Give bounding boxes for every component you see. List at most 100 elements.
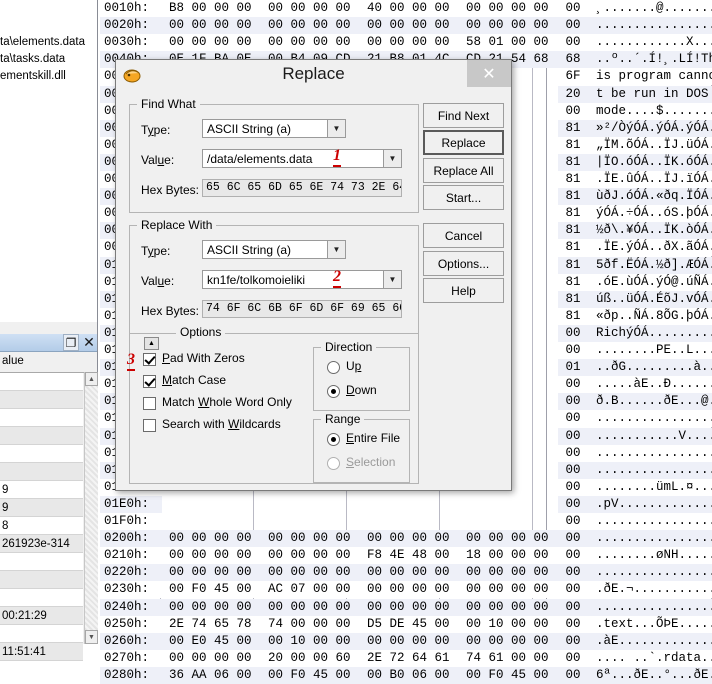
hex-byte-last[interactable]: 00 <box>558 649 588 667</box>
hex-byte-group[interactable]: F8 4E 48 00 <box>360 547 459 565</box>
hex-byte-group[interactable]: 00 00 00 00 <box>360 17 459 35</box>
ascii-text[interactable]: „ÏM.õÓÁ..ÏJ.üÓÁ. <box>588 136 712 154</box>
ascii-text[interactable]: ........PE..L... <box>588 342 712 359</box>
hex-byte-last[interactable]: 81 <box>558 307 588 325</box>
inspector-row[interactable] <box>0 391 83 409</box>
hex-byte-last[interactable]: 00 <box>558 615 588 633</box>
ascii-text[interactable]: .ÏE.ûÓÁ..ÏJ.ïÓÁ. <box>588 171 712 188</box>
hex-byte-last[interactable]: 00 <box>558 495 588 513</box>
file-list-panel[interactable]: ta\elements.data ta\tasks.data ementskill.… <box>0 0 97 322</box>
hex-byte-last[interactable]: 00 <box>558 342 588 359</box>
hex-byte-last[interactable]: 81 <box>558 205 588 223</box>
hex-byte-last[interactable]: 00 <box>558 17 588 35</box>
ascii-text[interactable]: ................ <box>588 598 712 616</box>
inspector-row[interactable] <box>0 571 83 589</box>
hex-row[interactable]: 0240h: 00 00 00 00 00 00 00 00 00 00 00 00 0… <box>100 598 712 616</box>
inspector-row[interactable]: 8 <box>0 517 83 535</box>
hex-byte-last[interactable]: 81 <box>558 119 588 137</box>
hex-byte-group[interactable]: 36 AA 06 00 <box>162 666 261 684</box>
hex-byte-group[interactable]: 00 00 00 00 <box>261 530 360 548</box>
hex-byte-group[interactable]: 00 00 00 00 <box>261 547 360 565</box>
ascii-text[interactable]: ........ümL.¤... <box>588 478 712 496</box>
hex-byte-last[interactable]: 00 <box>558 478 588 496</box>
ascii-text[interactable]: 5ðf.ËÓÁ.½ð].ÆÓÁ. <box>588 256 712 274</box>
scroll-up-icon[interactable]: ▲ <box>85 372 98 386</box>
ascii-text[interactable]: ................ <box>588 564 712 582</box>
hex-byte-group[interactable]: 00 00 00 00 <box>360 598 459 616</box>
find-type-combo[interactable]: ASCII String (a) ▼ <box>202 119 346 138</box>
ascii-text[interactable]: .ðE.¬........... <box>588 581 712 599</box>
hex-byte-group[interactable]: 00 00 00 00 <box>360 581 459 599</box>
ascii-text[interactable]: 6ª...ðE..°...ðE. <box>588 666 712 684</box>
hex-byte-group[interactable]: 00 F0 45 00 <box>459 666 558 684</box>
checkbox-pad-with-zeros[interactable] <box>143 353 156 366</box>
hex-byte-group[interactable]: 00 00 00 00 <box>459 530 558 548</box>
inspector-scrollbar[interactable]: ▲ ▼ <box>84 372 98 644</box>
hex-row[interactable]: 0280h: 36 AA 06 00 00 F0 45 00 00 B0 06 00 0… <box>100 666 712 684</box>
radio-down[interactable] <box>327 385 340 398</box>
file-path-item[interactable]: ementskill.dll <box>0 70 66 82</box>
replace-all-button[interactable]: Replace All <box>423 158 504 183</box>
hex-byte-group[interactable]: 74 61 00 00 <box>459 649 558 667</box>
inspector-row[interactable] <box>0 427 83 445</box>
ascii-text[interactable]: is program canno <box>588 68 712 86</box>
help-button[interactable]: Help <box>423 278 504 303</box>
hex-byte-group[interactable]: 00 00 00 00 <box>261 34 360 52</box>
hex-byte-last[interactable]: 00 <box>558 564 588 582</box>
ascii-text[interactable]: ..ðG.........à... <box>588 359 712 377</box>
hex-row[interactable]: 0020h: 00 00 00 00 00 00 00 00 00 00 00 00 0… <box>100 17 712 35</box>
hex-byte-last[interactable]: 81 <box>558 222 588 240</box>
hex-byte-group[interactable]: D5 DE 45 00 <box>360 615 459 633</box>
hex-byte-group[interactable]: 00 00 00 00 <box>360 632 459 650</box>
hex-byte-last[interactable]: 00 <box>558 666 588 684</box>
hex-byte-group[interactable]: 00 00 00 00 <box>162 17 261 35</box>
scroll-down-icon[interactable]: ▼ <box>85 630 98 644</box>
hex-byte-group[interactable]: 00 00 00 00 <box>162 649 261 667</box>
hex-byte-last[interactable]: 81 <box>558 290 588 308</box>
hex-byte-group[interactable]: 00 10 00 00 <box>459 615 558 633</box>
ascii-text[interactable]: .text...ÕÞE..... <box>588 615 712 633</box>
hex-byte-last[interactable]: 6F <box>558 68 588 86</box>
dialog-titlebar[interactable]: Replace ✕ <box>116 60 511 90</box>
ascii-text[interactable]: .....àE..Ð...... <box>588 376 712 394</box>
ascii-text[interactable]: .... ..`.rdata.. <box>588 649 712 667</box>
hex-byte-last[interactable]: 81 <box>558 188 588 206</box>
hex-row[interactable]: 0250h: 2E 74 65 78 74 00 00 00 D5 DE 45 00 0… <box>100 615 712 633</box>
hex-byte-last[interactable]: 81 <box>558 153 588 171</box>
hex-byte-group[interactable]: 00 00 00 00 <box>162 564 261 582</box>
ascii-text[interactable]: RichýÓÁ......... <box>588 324 712 342</box>
hex-byte-group[interactable]: 00 00 00 00 <box>261 17 360 35</box>
hex-byte-group[interactable]: 00 00 00 00 <box>261 564 360 582</box>
ascii-text[interactable]: ¸.......@....... <box>588 0 712 17</box>
ascii-text[interactable]: ...........V..... <box>588 427 712 445</box>
hex-byte-last[interactable]: 00 <box>558 598 588 616</box>
inspector-row[interactable] <box>0 445 83 463</box>
hex-byte-group[interactable]: 00 00 00 00 <box>162 547 261 565</box>
hex-byte-last[interactable]: 00 <box>558 530 588 548</box>
hex-row[interactable]: 0230h: 00 F0 45 00 AC 07 00 00 00 00 00 00 0… <box>100 581 712 599</box>
inspector-row[interactable] <box>0 373 83 391</box>
hex-row[interactable]: 0010h: B8 00 00 00 00 00 00 00 40 00 00 00 0… <box>100 0 712 17</box>
cancel-button[interactable]: Cancel <box>423 223 504 248</box>
replace-button[interactable]: Replace <box>423 130 504 155</box>
chevron-down-icon[interactable]: ▼ <box>327 120 345 137</box>
hex-byte-group[interactable]: 00 00 00 00 <box>360 564 459 582</box>
hex-row[interactable]: 01E0h: 00 .pV............. <box>100 495 712 513</box>
checkbox-match-whole-word-only[interactable] <box>143 397 156 410</box>
hex-byte-group[interactable]: 58 01 00 00 <box>459 34 558 52</box>
hex-byte-group[interactable]: 00 00 00 00 <box>162 34 261 52</box>
chevron-down-icon[interactable]: ▼ <box>383 271 401 288</box>
ascii-text[interactable]: .óE.ùÓÁ.ýÓ@.úÑÁ. <box>588 273 712 291</box>
hex-byte-group[interactable]: 00 00 00 00 <box>261 0 360 17</box>
close-icon[interactable]: ✕ <box>82 334 96 350</box>
hex-byte-last[interactable]: 00 <box>558 0 588 17</box>
hex-byte-group[interactable]: 18 00 00 00 <box>459 547 558 565</box>
hex-byte-group[interactable]: 74 00 00 00 <box>261 615 360 633</box>
collapse-toggle-icon[interactable]: ▲ <box>144 337 159 350</box>
hex-byte-last[interactable]: 00 <box>558 376 588 394</box>
hex-byte-group[interactable]: 00 00 00 00 <box>459 598 558 616</box>
start-button[interactable]: Start... <box>423 185 504 210</box>
hex-byte-group[interactable]: AC 07 00 00 <box>261 581 360 599</box>
find-value-combo[interactable]: /data/elements.data ▼ <box>202 149 402 168</box>
hex-byte-last[interactable]: 00 <box>558 324 588 342</box>
